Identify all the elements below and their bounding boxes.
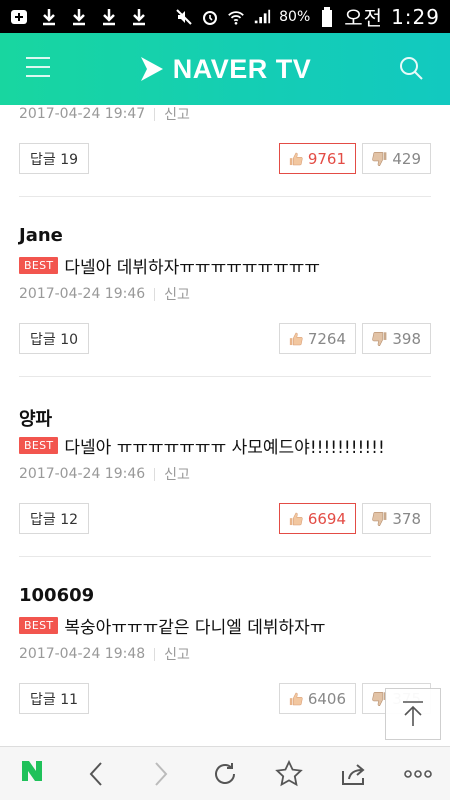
more-icon bbox=[404, 769, 432, 778]
report-link[interactable]: 신고 bbox=[164, 105, 190, 124]
dislike-button[interactable]: 398 bbox=[362, 323, 431, 354]
dislike-count: 398 bbox=[392, 329, 421, 348]
comment-text: 복숭아ㅠㅠㅠ같은 다니엘 데뷔하자ㅠ bbox=[64, 618, 326, 638]
comment-date: 2017-04-24 19:48 bbox=[19, 646, 146, 662]
back-button[interactable] bbox=[76, 754, 116, 794]
like-count: 7264 bbox=[307, 329, 346, 348]
comment-meta: 2017-04-24 19:46 신고 bbox=[19, 464, 190, 484]
search-icon bbox=[400, 57, 423, 80]
thumbs-down-icon bbox=[372, 331, 387, 346]
thumbs-down-icon bbox=[372, 511, 387, 526]
wifi-icon bbox=[227, 8, 245, 26]
thumbs-up-icon bbox=[289, 332, 303, 345]
status-bar: 80% 오전 1:29 bbox=[0, 0, 450, 33]
more-button[interactable] bbox=[398, 754, 438, 794]
signal-icon bbox=[253, 8, 271, 26]
report-link[interactable]: 신고 bbox=[164, 464, 190, 484]
like-button[interactable]: 6406 bbox=[279, 683, 356, 714]
add-notification-icon bbox=[10, 8, 28, 26]
like-button[interactable]: 9761 bbox=[279, 143, 356, 174]
comment-text: 다넬아 데뷔하자ㅠㅠㅠㅠㅠㅠㅠㅠㅠ bbox=[64, 258, 321, 278]
comment-author: 양파 bbox=[19, 409, 53, 430]
comment-body: BEST 다넬아 ㅠㅠㅠㅠㅠㅠㅠ 사모예드야!!!!!!!!!!! bbox=[19, 433, 385, 458]
dislike-count: 378 bbox=[392, 509, 421, 528]
like-button[interactable]: 6694 bbox=[279, 503, 356, 534]
thumbs-up-icon bbox=[289, 152, 303, 165]
bookmark-button[interactable] bbox=[269, 754, 309, 794]
chevron-right-icon bbox=[154, 761, 168, 786]
best-badge: BEST bbox=[19, 437, 59, 454]
menu-icon bbox=[26, 57, 50, 59]
like-count: 9761 bbox=[307, 149, 346, 168]
search-button[interactable] bbox=[398, 55, 424, 81]
logo-text: NAVER TV bbox=[172, 53, 312, 84]
thumbs-down-icon bbox=[372, 151, 387, 166]
chevron-left-icon bbox=[90, 761, 103, 786]
alarm-icon bbox=[201, 8, 219, 26]
scroll-top-button[interactable] bbox=[385, 688, 441, 740]
download-icon bbox=[70, 8, 88, 26]
comment-body: BEST 다넬아 데뷔하자ㅠㅠㅠㅠㅠㅠㅠㅠㅠ bbox=[19, 253, 320, 278]
app-header: NAVER TV bbox=[0, 33, 450, 105]
reply-button[interactable]: 답글 12 bbox=[19, 503, 90, 534]
comment-date: 2017-04-24 19:46 bbox=[19, 466, 146, 482]
comment-divider bbox=[19, 376, 431, 377]
comment-meta: 2017-04-24 19:48 신고 bbox=[19, 644, 190, 664]
refresh-button[interactable] bbox=[205, 754, 245, 794]
browser-toolbar bbox=[0, 746, 450, 800]
comment-divider bbox=[19, 556, 431, 557]
play-logo-icon bbox=[140, 57, 163, 81]
menu-button[interactable] bbox=[26, 57, 50, 79]
comment-divider bbox=[19, 196, 431, 197]
naver-n-icon bbox=[20, 758, 44, 790]
best-badge: BEST bbox=[19, 617, 59, 634]
like-count: 6694 bbox=[307, 509, 346, 528]
mute-icon bbox=[175, 8, 193, 26]
battery-icon bbox=[318, 6, 336, 27]
dislike-button[interactable]: 429 bbox=[362, 143, 431, 174]
thumbs-up-icon bbox=[289, 512, 303, 525]
comment-date: 2017-04-24 19:47 bbox=[19, 106, 146, 122]
comment-list[interactable]: 2017-04-24 19:47 신고 답글 19 9761 429 Jane … bbox=[0, 105, 450, 746]
comment-date: 2017-04-24 19:46 bbox=[19, 286, 146, 302]
thumbs-up-icon bbox=[289, 692, 303, 705]
reply-button[interactable]: 답글 19 bbox=[19, 143, 90, 174]
report-link[interactable]: 신고 bbox=[164, 644, 190, 664]
naver-home-button[interactable] bbox=[12, 754, 52, 794]
reply-button[interactable]: 답글 10 bbox=[19, 323, 90, 354]
dislike-button[interactable]: 378 bbox=[362, 503, 431, 534]
comment-meta: 2017-04-24 19:47 신고 bbox=[19, 105, 190, 124]
download-icon bbox=[40, 8, 58, 26]
arrow-up-icon bbox=[403, 701, 423, 726]
comment-meta: 2017-04-24 19:46 신고 bbox=[19, 284, 190, 304]
share-button[interactable] bbox=[334, 754, 374, 794]
best-badge: BEST bbox=[19, 257, 59, 274]
star-icon bbox=[275, 759, 304, 786]
report-link[interactable]: 신고 bbox=[164, 284, 190, 304]
forward-button[interactable] bbox=[141, 754, 181, 794]
comment-author: 100609 bbox=[19, 585, 95, 606]
reply-button[interactable]: 답글 11 bbox=[19, 683, 90, 714]
comment-author: Jane bbox=[19, 225, 63, 246]
download-icon bbox=[130, 8, 148, 26]
status-time: 1:29 bbox=[391, 4, 440, 29]
share-icon bbox=[341, 763, 365, 785]
naver-tv-logo[interactable]: NAVER TV bbox=[139, 54, 312, 85]
comment-body: BEST 복숭아ㅠㅠㅠ같은 다니엘 데뷔하자ㅠ bbox=[19, 613, 325, 638]
status-ampm: 오전 bbox=[344, 6, 384, 30]
like-count: 6406 bbox=[307, 689, 346, 708]
dislike-count: 429 bbox=[392, 149, 421, 168]
battery-percent: 80% bbox=[279, 8, 311, 25]
download-icon bbox=[100, 8, 118, 26]
like-button[interactable]: 7264 bbox=[279, 323, 356, 354]
refresh-icon bbox=[215, 762, 235, 784]
comment-text: 다넬아 ㅠㅠㅠㅠㅠㅠㅠ 사모예드야!!!!!!!!!!! bbox=[64, 438, 385, 458]
